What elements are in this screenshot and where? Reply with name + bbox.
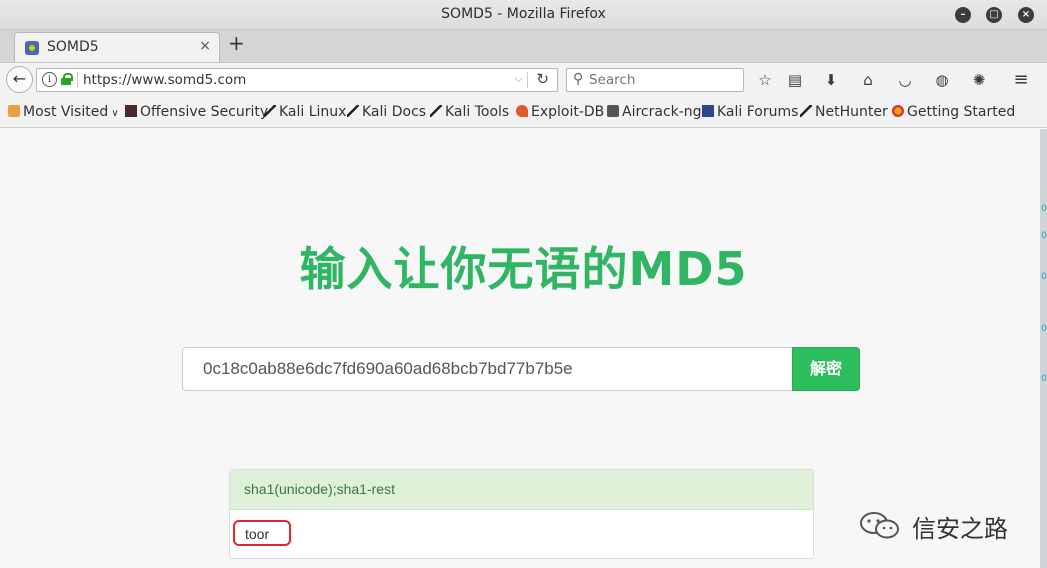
minimize-icon[interactable]: – — [955, 7, 971, 23]
search-icon: ⚲ — [573, 71, 584, 87]
kali-dragon-icon — [264, 105, 276, 117]
search-input[interactable] — [589, 72, 739, 88]
tab-close-icon[interactable]: × — [199, 38, 211, 54]
info-icon[interactable]: i — [42, 72, 57, 87]
addon-icon[interactable]: ✺ — [970, 71, 988, 89]
bookmark-exploit-db[interactable]: Exploit-DB — [516, 104, 604, 120]
folder-icon — [8, 105, 20, 117]
download-icon[interactable]: ⬇ — [822, 71, 840, 89]
star-icon[interactable]: ☆ — [756, 71, 774, 89]
url-text[interactable]: https://www.somd5.com — [83, 72, 246, 88]
result-type: sha1(unicode);sha1-rest — [244, 481, 395, 497]
maximize-icon[interactable]: □ — [986, 7, 1002, 23]
wechat-icon — [860, 512, 899, 539]
edge-marker: 0 — [1041, 204, 1047, 214]
bookmark-getting-started[interactable]: Getting Started — [892, 104, 1015, 120]
search-bar[interactable]: ⚲ — [566, 68, 744, 92]
chevron-down-icon: ∨ — [108, 108, 119, 119]
url-divider — [527, 72, 528, 88]
kali-dragon-icon — [347, 105, 359, 117]
kali-dragon-icon — [430, 105, 442, 117]
bookmark-kali-docs[interactable]: Kali Docs — [347, 104, 426, 120]
aircrack-icon — [607, 105, 619, 117]
edge-marker: 0 — [1041, 374, 1047, 384]
tab-somd5[interactable]: SOMD5 × — [14, 32, 220, 62]
result-highlight: toor — [233, 520, 291, 546]
edge-marker: 0 — [1041, 272, 1047, 282]
kali-forums-icon — [702, 105, 714, 117]
bookmark-nethunter[interactable]: NetHunter — [800, 104, 888, 120]
tab-label: SOMD5 — [47, 39, 99, 55]
tab-strip: SOMD5 × — [0, 30, 1047, 62]
firefox-icon — [892, 105, 904, 117]
library-icon[interactable]: ▤ — [786, 71, 804, 89]
decrypt-button[interactable]: 解密 — [792, 347, 860, 391]
bookmark-kali-tools[interactable]: Kali Tools — [430, 104, 509, 120]
somd5-favicon-icon — [25, 41, 39, 55]
result-header: sha1(unicode);sha1-rest — [230, 470, 813, 510]
result-panel: sha1(unicode);sha1-rest toor — [229, 469, 814, 559]
menu-icon[interactable]: ≡ — [1012, 71, 1030, 89]
bookmarks-bar: Most Visited ∨ Offensive Security Kali L… — [0, 96, 1047, 128]
exploit-db-icon — [516, 105, 528, 117]
close-window-icon[interactable]: × — [1018, 7, 1034, 23]
edge-marker: 0 — [1041, 324, 1047, 334]
kali-dragon-icon — [800, 105, 812, 117]
arrow-left-icon: ← — [12, 69, 27, 88]
page-headline: 输入让你无语的MD5 — [299, 242, 748, 296]
page-content: 输入让你无语的MD5 解密 sha1(unicode);sha1-rest to… — [0, 129, 1047, 568]
bookmark-kali-forums[interactable]: Kali Forums — [702, 104, 798, 120]
background-window-edge — [1040, 129, 1047, 568]
extension-icon[interactable]: ◍ — [933, 71, 951, 89]
bookmark-kali-linux[interactable]: Kali Linux — [264, 104, 346, 120]
chevron-down-icon[interactable]: ⌵ — [515, 72, 523, 86]
window-title: SOMD5 - Mozilla Firefox — [441, 6, 606, 22]
home-icon[interactable]: ⌂ — [859, 71, 877, 89]
bookmark-most-visited[interactable]: Most Visited ∨ — [8, 104, 119, 120]
nav-bar: ← i https://www.somd5.com ⌵ ↻ ⚲ ☆ ▤ ⬇ ⌂ … — [0, 62, 1047, 96]
bookmark-aircrack-ng[interactable]: Aircrack-ng — [607, 104, 702, 120]
result-value: toor — [245, 526, 270, 542]
url-separator — [77, 72, 78, 88]
url-bar[interactable]: i https://www.somd5.com ⌵ ↻ — [36, 68, 558, 92]
lock-icon[interactable] — [61, 73, 73, 85]
pocket-icon[interactable]: ◡ — [896, 71, 914, 89]
hash-input[interactable] — [182, 347, 794, 391]
back-button[interactable]: ← — [6, 66, 33, 93]
offensive-security-icon — [125, 105, 137, 117]
title-bar: SOMD5 - Mozilla Firefox – □ × — [0, 0, 1047, 30]
new-tab-button[interactable]: + — [228, 33, 245, 53]
edge-marker: 0 — [1041, 231, 1047, 241]
reload-icon[interactable]: ↻ — [536, 70, 549, 88]
bookmark-offensive-security[interactable]: Offensive Security — [125, 104, 268, 120]
watermark-text: 信安之路 — [912, 515, 1008, 543]
